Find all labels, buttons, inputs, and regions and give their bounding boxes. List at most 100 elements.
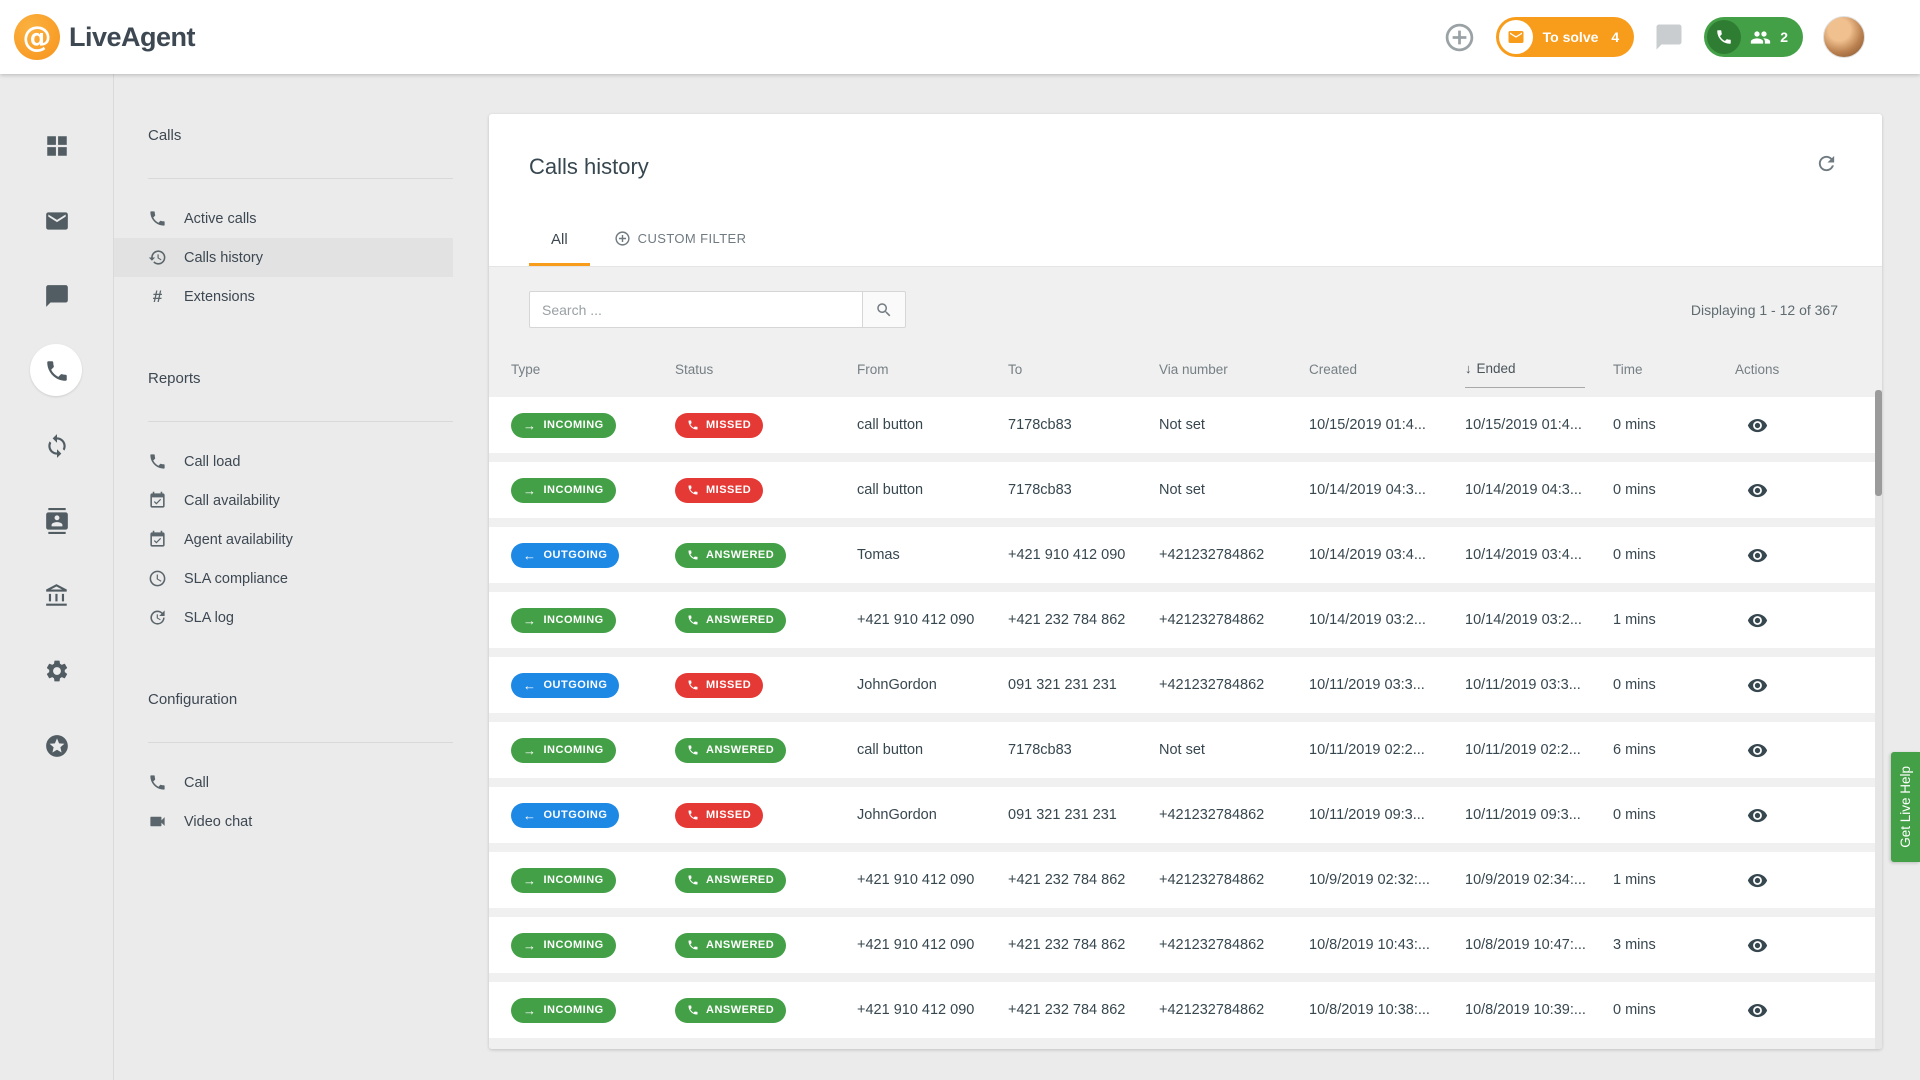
add-circle-icon xyxy=(614,230,631,247)
sidebar-item-call-availability[interactable]: Call availability xyxy=(114,481,453,520)
ended-cell: 10/8/2019 10:39:... xyxy=(1465,1002,1613,1018)
view-call-button[interactable] xyxy=(1743,801,1772,830)
phone-icon xyxy=(687,874,699,886)
column-header-created[interactable]: Created xyxy=(1309,362,1465,388)
sidebar-item-extensions[interactable]: # Extensions xyxy=(114,277,453,316)
sidebar-item-video-chat[interactable]: Video chat xyxy=(114,802,453,841)
call-row[interactable]: →INCOMINGANSWEREDcall button7178cb83Not … xyxy=(489,722,1882,778)
call-row[interactable]: →INCOMINGMISSEDcall button7178cb83Not se… xyxy=(489,397,1882,453)
column-header-time[interactable]: Time xyxy=(1613,362,1735,388)
video-icon xyxy=(148,812,167,831)
ended-cell: 10/15/2019 01:4... xyxy=(1465,417,1613,433)
status-badge: MISSED xyxy=(675,478,763,503)
divider xyxy=(148,421,453,422)
type-badge: ←OUTGOING xyxy=(511,543,619,568)
view-call-button[interactable] xyxy=(1743,671,1772,700)
sidebar-item-active-calls[interactable]: Active calls xyxy=(114,199,453,238)
call-row[interactable]: ←OUTGOINGANSWEREDTomas+421 910 412 090+4… xyxy=(489,527,1882,583)
view-call-button[interactable] xyxy=(1743,476,1772,505)
tab-custom-filter-label: CUSTOM FILTER xyxy=(638,231,747,246)
view-call-button[interactable] xyxy=(1743,931,1772,960)
page-title: Calls history xyxy=(529,152,649,182)
eye-icon xyxy=(1747,740,1768,761)
view-call-button[interactable] xyxy=(1743,996,1772,1025)
ended-cell: 10/11/2019 03:3... xyxy=(1465,677,1613,693)
call-row[interactable]: →INCOMINGANSWERED+421 910 412 090+421 23… xyxy=(489,982,1882,1038)
table-scrollbar[interactable] xyxy=(1875,390,1882,1049)
sync-icon xyxy=(44,433,70,459)
status-cell: MISSED xyxy=(675,478,857,503)
incoming-arrow-icon: → xyxy=(523,1004,537,1017)
rail-item-settings[interactable] xyxy=(19,633,94,708)
rail-item-sync[interactable] xyxy=(19,408,94,483)
search-input[interactable] xyxy=(529,291,863,328)
column-header-from[interactable]: From xyxy=(857,362,1008,388)
type-badge: →INCOMING xyxy=(511,738,616,763)
user-avatar[interactable] xyxy=(1823,16,1865,58)
call-row[interactable]: ←OUTGOINGMISSEDJohnGordon091 321 231 231… xyxy=(489,657,1882,713)
sidebar-item-label: Extensions xyxy=(184,289,255,305)
rail-item-bank[interactable] xyxy=(19,558,94,633)
created-cell: 10/14/2019 04:3... xyxy=(1309,482,1465,498)
tab-all[interactable]: All xyxy=(529,225,590,266)
view-call-button[interactable] xyxy=(1743,411,1772,440)
sidenav: CallsActive callsCalls history#Extension… xyxy=(114,74,453,1080)
app-logo[interactable]: @ LiveAgent xyxy=(14,14,195,60)
view-call-button[interactable] xyxy=(1743,866,1772,895)
search-button[interactable] xyxy=(863,291,906,328)
column-header-to[interactable]: To xyxy=(1008,362,1159,388)
ended-cell: 10/11/2019 09:3... xyxy=(1465,807,1613,823)
rail-item-phone[interactable] xyxy=(19,333,94,408)
scrollbar-thumb[interactable] xyxy=(1875,390,1882,496)
contacts-icon xyxy=(44,508,70,534)
column-header-ended[interactable]: ↓Ended xyxy=(1465,361,1585,388)
sidebar-item-label: SLA log xyxy=(184,610,234,626)
top-bar: @ LiveAgent To solve 4 2 xyxy=(0,0,1920,74)
bank-icon xyxy=(44,583,70,609)
rail-item-star[interactable] xyxy=(19,708,94,783)
view-call-button[interactable] xyxy=(1743,606,1772,635)
sidebar-item-call-load[interactable]: Call load xyxy=(114,442,453,481)
eye-icon xyxy=(1747,480,1768,501)
call-row[interactable]: →INCOMINGANSWERED+421 910 412 090+421 23… xyxy=(489,917,1882,973)
refresh-button[interactable] xyxy=(1815,152,1838,175)
sidebar-item-sla-log[interactable]: SLA log xyxy=(114,598,453,637)
column-header-via-number[interactable]: Via number xyxy=(1159,362,1309,388)
sidebar-item-calls-history[interactable]: Calls history xyxy=(114,238,453,277)
sort-desc-icon: ↓ xyxy=(1465,361,1472,376)
rail-item-chat[interactable] xyxy=(19,258,94,333)
column-header-status[interactable]: Status xyxy=(675,362,857,388)
tab-custom-filter[interactable]: CUSTOM FILTER xyxy=(604,224,769,266)
column-header-type[interactable]: Type xyxy=(511,362,675,388)
to-solve-button[interactable]: To solve 4 xyxy=(1496,17,1635,57)
status-cell: ANSWERED xyxy=(675,933,857,958)
call-row[interactable]: ←OUTGOINGMISSEDJohnGordon091 321 231 231… xyxy=(489,787,1882,843)
add-new-button[interactable] xyxy=(1443,21,1476,54)
to-cell: +421 910 412 090 xyxy=(1008,547,1159,563)
rail-item-contacts[interactable] xyxy=(19,483,94,558)
rail-item-dashboard[interactable] xyxy=(19,108,94,183)
sidebar-item-agent-availability[interactable]: Agent availability xyxy=(114,520,453,559)
incoming-arrow-icon: → xyxy=(523,614,537,627)
eye-icon xyxy=(1747,870,1768,891)
view-call-button[interactable] xyxy=(1743,541,1772,570)
type-badge: →INCOMING xyxy=(511,998,616,1023)
chats-button[interactable] xyxy=(1654,22,1684,52)
chat-icon xyxy=(44,283,70,309)
column-header-actions[interactable]: Actions xyxy=(1735,362,1882,388)
get-live-help-button[interactable]: Get Live Help xyxy=(1891,752,1920,862)
phone-icon xyxy=(44,358,70,384)
call-row[interactable]: →INCOMINGANSWERED+421 910 412 090+421 23… xyxy=(489,592,1882,648)
hash-icon: # xyxy=(148,287,167,306)
status-badge: ANSWERED xyxy=(675,543,786,568)
ended-cell: 10/14/2019 04:3... xyxy=(1465,482,1613,498)
call-row[interactable]: →INCOMINGMISSEDcall button7178cb83Not se… xyxy=(489,462,1882,518)
sidebar-item-sla-compliance[interactable]: SLA compliance xyxy=(114,559,453,598)
to-cell: 091 321 231 231 xyxy=(1008,807,1159,823)
call-row[interactable]: →INCOMINGANSWERED+421 910 412 090+421 23… xyxy=(489,852,1882,908)
rail-item-mail[interactable] xyxy=(19,183,94,258)
sidebar-item-call[interactable]: Call xyxy=(114,763,453,802)
calls-online-button[interactable]: 2 xyxy=(1704,17,1803,57)
eye-icon xyxy=(1747,675,1768,696)
view-call-button[interactable] xyxy=(1743,736,1772,765)
